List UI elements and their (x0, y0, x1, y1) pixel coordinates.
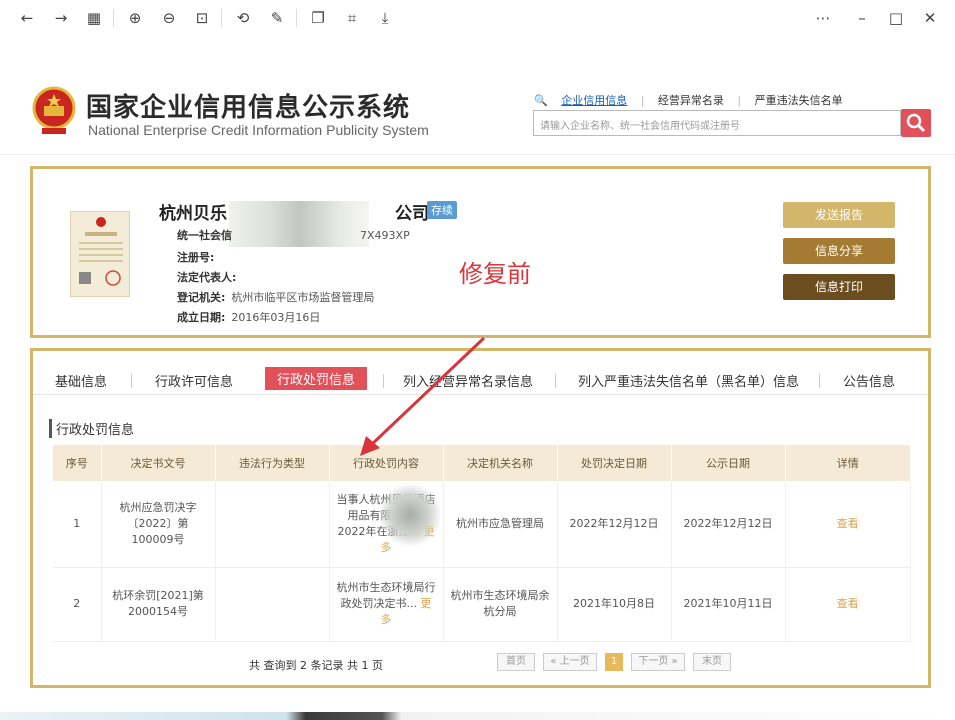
col-doc-no: 决定书文号 (101, 445, 216, 481)
table-row: 2 杭环余罚[2021]第2000154号 杭州市生态环境局行政处罚决定书...… (53, 567, 911, 642)
crop-icon[interactable]: ⌗ (341, 7, 363, 29)
zoom-out-icon[interactable]: ⊖ (158, 7, 180, 29)
table-header-row: 序号 决定书文号 违法行为类型 行政处罚内容 决定机关名称 处罚决定日期 公示日… (53, 445, 911, 481)
grid-icon[interactable]: ▦ (83, 7, 105, 29)
forward-arrow-icon[interactable]: → (50, 7, 72, 29)
tab-basic-info[interactable]: 基础信息 (55, 371, 107, 390)
share-info-button[interactable]: 信息分享 (783, 238, 895, 264)
print-info-button[interactable]: 信息打印 (783, 274, 895, 300)
tab-bar: 基础信息 行政许可信息 行政处罚信息 列入经营异常名录信息 列入严重违法失信名单… (33, 363, 928, 395)
magnifier-icon (906, 113, 926, 133)
tab-penalty-info[interactable]: 行政处罚信息 (265, 367, 368, 390)
last-page-button[interactable]: 末页 (693, 653, 731, 671)
table-row: 1 杭州应急罚决字〔2022〕第100009号 当事人杭州贝乐酒店用品有限公司于… (53, 481, 911, 568)
tab-abnormal-list[interactable]: 列入经营异常名录信息 (403, 371, 533, 390)
download-icon[interactable]: ⤓ (374, 7, 396, 29)
company-card: 杭州贝乐 公司 存续 统一社会信 7X493XP 注册号: 法定代表人: 登记机关:… (30, 166, 931, 338)
info-authority: 登记机关: 杭州市临平区市场监督管理局 (177, 291, 375, 304)
send-report-button[interactable]: 发送报告 (783, 202, 895, 228)
minimize-icon[interactable]: – (851, 7, 873, 29)
col-decision-date: 处罚决定日期 (557, 445, 672, 481)
business-license-image (70, 211, 130, 297)
penalty-content-cell: 杭州市生态环境局行政处罚决定书... 更多 (329, 567, 444, 642)
col-penalty-content: 行政处罚内容 (329, 445, 444, 481)
annotation-label: 修复前 (459, 260, 531, 288)
taskbar-strip (0, 712, 955, 720)
col-publish-date: 公示日期 (671, 445, 786, 481)
back-arrow-icon[interactable]: ← (16, 7, 38, 29)
col-no: 序号 (53, 445, 102, 481)
maximize-icon[interactable]: □ (885, 7, 907, 29)
penalty-table: 序号 决定书文号 违法行为类型 行政处罚内容 决定机关名称 处罚决定日期 公示日… (53, 445, 911, 642)
info-legal-rep: 法定代表人: (177, 271, 237, 284)
tab-blacklist[interactable]: 列入严重违法失信名单（黑名单）信息 (578, 371, 799, 390)
close-icon[interactable]: ✕ (919, 7, 941, 29)
search-tab-credit[interactable]: 企业信用信息 (561, 94, 627, 107)
search-tabs: 🔍 企业信用信息 | 经营异常名录 | 严重违法失信名单 (534, 94, 843, 107)
view-detail-link[interactable]: 查看 (785, 567, 911, 642)
site-subtitle: National Enterprise Credit Information P… (88, 122, 429, 138)
detail-panel: 基础信息 行政许可信息 行政处罚信息 列入经营异常名录信息 列入严重违法失信名单… (30, 348, 931, 688)
status-badge: 存续 (427, 201, 457, 219)
redaction-blur (380, 480, 440, 550)
search-tab-blacklist[interactable]: 严重违法失信名单 (755, 94, 843, 107)
first-page-button[interactable]: 首页 (497, 653, 535, 671)
search-input[interactable]: 请输入企业名称、统一社会信用代码或注册号 (533, 110, 901, 136)
info-credit-code: 统一社会信 7X493XP (177, 229, 410, 242)
info-reg-no: 注册号: (177, 251, 215, 264)
prev-page-button[interactable]: « 上一页 (543, 653, 597, 671)
col-detail: 详情 (785, 445, 911, 481)
more-icon[interactable]: ⋯ (812, 7, 834, 29)
search-tab-abnormal[interactable]: 经营异常名录 (658, 94, 724, 107)
browser-toolbar: ← → ▦ ⊕ ⊖ ⊡ ⟲ ✎ ❐ ⌗ ⤓ ⋯ – □ ✕ (0, 0, 955, 36)
rotate-icon[interactable]: ⟲ (232, 7, 254, 29)
next-page-button[interactable]: 下一页 » (631, 653, 685, 671)
section-title: 行政处罚信息 (49, 419, 134, 438)
current-page-button[interactable]: 1 (605, 653, 623, 671)
copy-icon[interactable]: ❐ (307, 7, 329, 29)
site-title: 国家企业信用信息公示系统 (86, 93, 411, 123)
zoom-in-icon[interactable]: ⊕ (124, 7, 146, 29)
search-icon: 🔍 (534, 94, 548, 107)
record-count: 共 查询到 2 条记录 共 1 页 (249, 659, 383, 672)
search-button[interactable] (901, 109, 931, 137)
fit-page-icon[interactable]: ⊡ (191, 7, 213, 29)
view-detail-link[interactable]: 查看 (785, 481, 911, 568)
tab-license-info[interactable]: 行政许可信息 (155, 371, 233, 390)
tab-announcement[interactable]: 公告信息 (843, 371, 895, 390)
col-violation-type: 违法行为类型 (215, 445, 330, 481)
national-emblem-icon (32, 86, 76, 134)
info-found-date: 成立日期: 2016年03月16日 (177, 311, 321, 324)
col-authority: 决定机关名称 (443, 445, 558, 481)
edit-icon[interactable]: ✎ (266, 7, 288, 29)
